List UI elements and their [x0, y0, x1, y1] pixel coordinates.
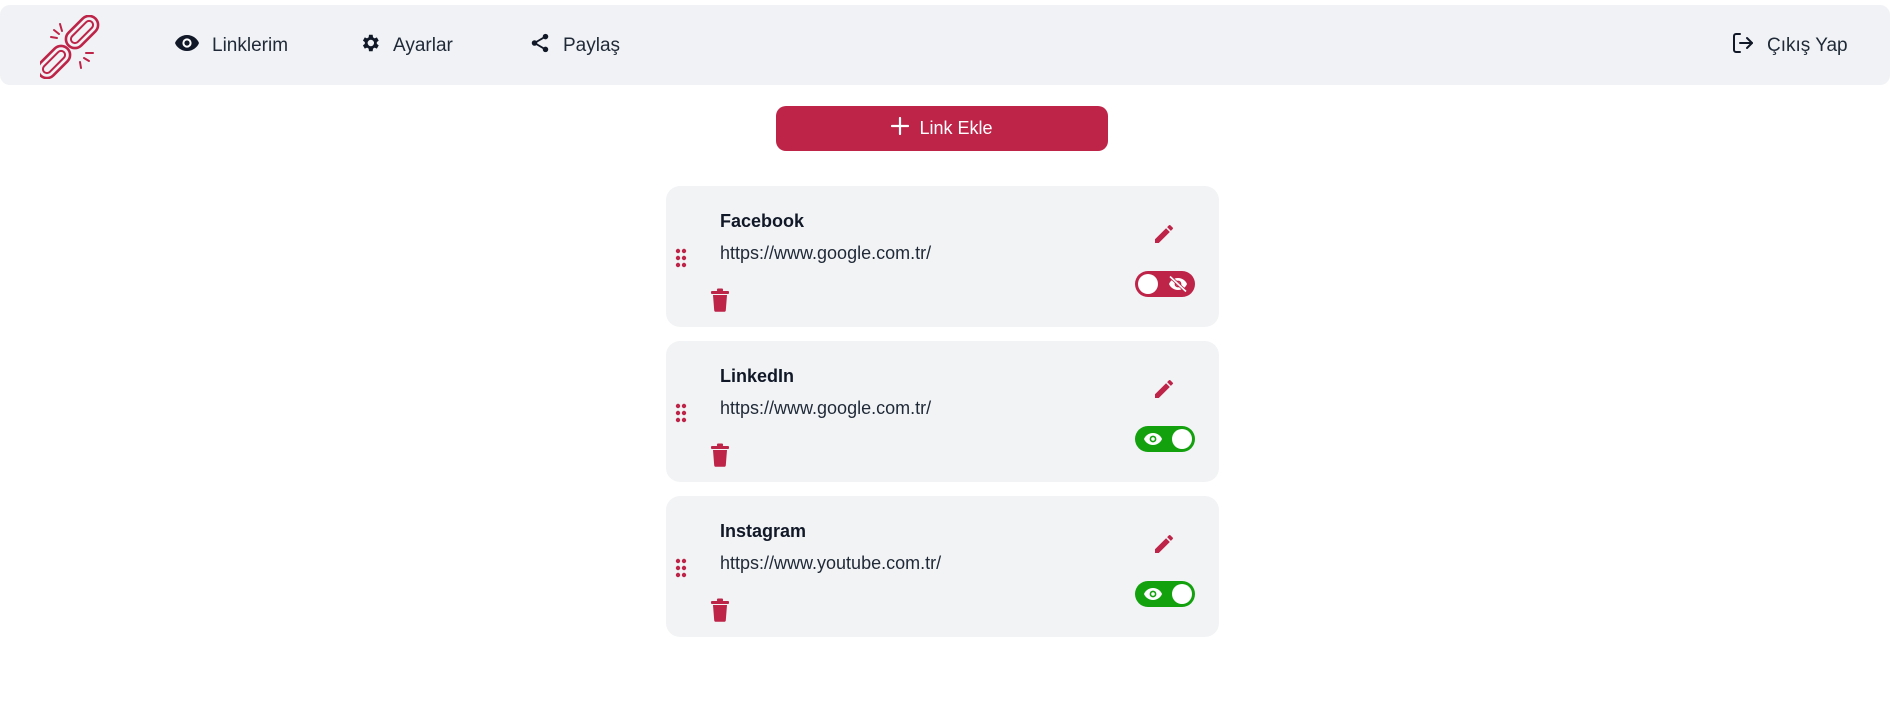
toggle-knob: [1172, 584, 1192, 604]
nav-item-label: Ayarlar: [393, 35, 453, 56]
trash-icon[interactable]: [709, 288, 731, 312]
link-card: LinkedIn https://www.google.com.tr/: [666, 341, 1219, 482]
pencil-icon[interactable]: [1152, 377, 1176, 401]
visibility-toggle[interactable]: [1135, 271, 1195, 297]
nav-item-label: Paylaş: [563, 35, 621, 56]
toggle-knob: [1172, 429, 1192, 449]
pencil-icon[interactable]: [1152, 222, 1176, 246]
nav-item-settings[interactable]: Ayarlar: [359, 31, 453, 61]
drag-handle-icon[interactable]: [674, 403, 688, 423]
link-url: https://www.google.com.tr/: [720, 398, 932, 418]
gear-icon: [359, 32, 393, 60]
drag-handle-icon[interactable]: [674, 558, 688, 578]
nav-item-label: Linklerim: [212, 35, 289, 56]
logout-icon: [1731, 31, 1767, 61]
nav-item-share[interactable]: Paylaş: [529, 31, 620, 61]
link-title: Instagram: [720, 521, 807, 541]
eye-icon: [1143, 585, 1163, 603]
toggle-knob: [1138, 274, 1158, 294]
eye-icon: [1143, 430, 1163, 448]
add-link-label: Link Ekle: [919, 118, 993, 138]
logout-button[interactable]: Çıkış Yap: [1731, 31, 1848, 61]
share-icon: [529, 32, 563, 60]
link-title: Facebook: [720, 211, 805, 231]
eye-slash-icon: [1168, 275, 1188, 293]
trash-icon[interactable]: [709, 443, 731, 467]
link-title: LinkedIn: [720, 366, 795, 386]
visibility-toggle[interactable]: [1135, 426, 1195, 452]
link-card: Instagram https://www.youtube.com.tr/: [666, 496, 1219, 637]
logout-label: Çıkış Yap: [1767, 35, 1848, 56]
top-navbar: Linklerim Ayarlar Paylaş Çıkış Yap: [0, 5, 1890, 85]
add-link-button[interactable]: Link Ekle: [776, 106, 1108, 151]
link-card: Facebook https://www.google.com.tr/: [666, 186, 1219, 327]
visibility-toggle[interactable]: [1135, 581, 1195, 607]
pencil-icon[interactable]: [1152, 532, 1176, 556]
link-url: https://www.youtube.com.tr/: [720, 553, 942, 573]
nav-item-links[interactable]: Linklerim: [174, 31, 288, 61]
link-url: https://www.google.com.tr/: [720, 243, 932, 263]
trash-icon[interactable]: [709, 598, 731, 622]
eye-icon: [174, 34, 212, 58]
drag-handle-icon[interactable]: [674, 248, 688, 268]
broken-chain-logo-icon[interactable]: [36, 14, 104, 80]
plus-icon: [891, 116, 919, 140]
